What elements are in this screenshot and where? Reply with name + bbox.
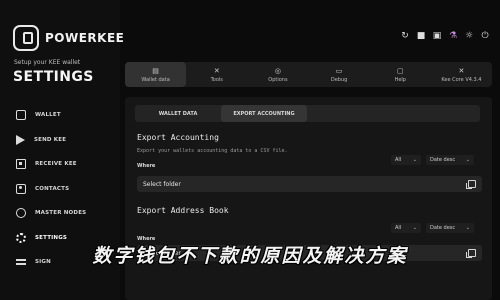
- sidebar-item-send-kee[interactable]: SEND KEE: [10, 128, 120, 153]
- subtab-export-accounting[interactable]: EXPORT ACCOUNTING: [221, 105, 307, 122]
- tab-debug[interactable]: ▭ Debug: [309, 62, 370, 87]
- tab-help[interactable]: ▢ Help: [370, 62, 431, 87]
- sidebar-item-contacts[interactable]: CONTACTS: [10, 177, 120, 202]
- filter-select[interactable]: All ⌄: [391, 223, 421, 233]
- filter-select-value: All: [395, 157, 402, 163]
- lock-icon[interactable]: ▣: [432, 31, 442, 41]
- overlay-caption: 数字钱包不下款的原因及解决方案: [0, 236, 500, 272]
- filter-select-value: All: [395, 225, 402, 231]
- subtab-wallet-data[interactable]: WALLET DATA: [135, 105, 221, 122]
- sort-select-value: Date desc: [430, 157, 456, 163]
- tab-kee-core[interactable]: ✕ Kee Core V4.3.4: [431, 62, 492, 87]
- tab-label: Tools: [210, 76, 223, 83]
- tab-options[interactable]: ◎ Options: [247, 62, 308, 87]
- sidebar-item-master-nodes[interactable]: MASTER NODES: [10, 201, 120, 226]
- sort-select[interactable]: Date desc ⌄: [426, 223, 474, 233]
- copy-icon[interactable]: [466, 180, 476, 189]
- tab-label: Kee Core V4.3.4: [441, 76, 482, 83]
- tab-label: Help: [394, 76, 406, 83]
- send-icon: [16, 134, 25, 145]
- export-accounting-title: Export Accounting: [137, 133, 219, 142]
- tab-label: Debug: [330, 76, 348, 83]
- sort-select-value: Date desc: [430, 225, 456, 231]
- refresh-icon[interactable]: ↻: [400, 31, 410, 41]
- export-address-book-title: Export Address Book: [137, 206, 229, 215]
- sidebar-item-label: MASTER NODES: [35, 210, 87, 217]
- powerkee-logo-icon: [13, 25, 39, 51]
- tab-tools[interactable]: ✕ Tools: [186, 62, 247, 87]
- wallet-data-subtabs: WALLET DATA EXPORT ACCOUNTING: [135, 105, 480, 122]
- top-toolbar: ↻ ■ ▣ ⚗ ☼ ⏻: [400, 31, 490, 41]
- tab-label: Wallet data: [141, 76, 170, 83]
- power-icon[interactable]: ⏻: [480, 31, 490, 41]
- sidebar-item-label: CONTACTS: [35, 185, 70, 192]
- export-accounting-folder-field[interactable]: Select folder: [137, 176, 482, 192]
- tab-wallet-data[interactable]: ▤ Wallet data: [125, 62, 187, 87]
- chevron-down-icon: ⌄: [465, 157, 470, 163]
- sidebar-item-wallet[interactable]: WALLET: [10, 103, 120, 128]
- where-label: Where: [137, 163, 156, 169]
- chevron-down-icon: ⌄: [465, 225, 470, 231]
- sidebar-item-receive-kee[interactable]: RECEIVE KEE: [10, 152, 120, 177]
- chevron-down-icon: ⌄: [412, 225, 417, 231]
- sidebar-subtitle: Setup your KEE wallet: [14, 59, 81, 66]
- filter-select[interactable]: All ⌄: [391, 155, 421, 165]
- database-icon: ▤: [152, 66, 159, 75]
- core-icon: ✕: [458, 66, 465, 75]
- overlay-caption-text: 数字钱包不下款的原因及解决方案: [92, 244, 408, 267]
- sun-icon[interactable]: ☼: [464, 31, 474, 41]
- page-title: SETTINGS: [13, 69, 94, 85]
- gift-icon[interactable]: ■: [416, 31, 426, 41]
- sidebar-item-label: RECEIVE KEE: [35, 161, 77, 168]
- sidebar-item-label: WALLET: [35, 112, 61, 119]
- options-icon: ◎: [274, 66, 281, 75]
- wallet-icon: [16, 110, 26, 121]
- master-nodes-icon: [16, 208, 26, 219]
- chevron-down-icon: ⌄: [412, 157, 417, 163]
- tools-icon: ✕: [213, 66, 220, 75]
- sort-select[interactable]: Date desc ⌄: [426, 155, 474, 165]
- receive-icon: [16, 159, 26, 170]
- tab-label: Options: [268, 76, 288, 83]
- help-icon: ▢: [396, 66, 404, 75]
- contacts-icon: [16, 183, 26, 194]
- brand-name: POWERKEE: [45, 31, 125, 45]
- settings-tabs: ▤ Wallet data ✕ Tools ◎ Options ▭ Debug …: [125, 62, 492, 87]
- folder-field-text: Select folder: [143, 180, 181, 188]
- export-accounting-description: Export your wallets accounting data to a…: [137, 148, 288, 154]
- flask-icon[interactable]: ⚗: [448, 31, 458, 41]
- debug-icon: ▭: [335, 66, 343, 75]
- sidebar-item-label: SEND KEE: [34, 136, 67, 143]
